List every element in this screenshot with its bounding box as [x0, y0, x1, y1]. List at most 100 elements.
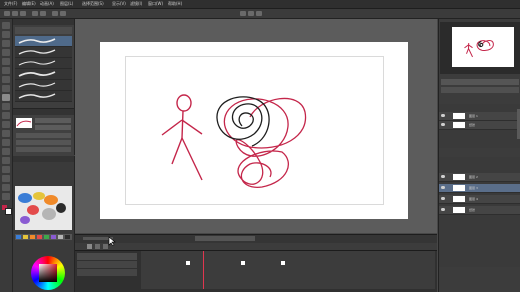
play-icon[interactable]: [87, 244, 92, 249]
stop-icon[interactable]: [95, 244, 100, 249]
undo-icon[interactable]: [32, 11, 38, 16]
brush-item[interactable]: [15, 36, 72, 47]
stabilization-row[interactable]: [16, 140, 71, 145]
palette-row[interactable]: [15, 234, 72, 240]
text-tool-icon[interactable]: [2, 175, 10, 182]
eyedropper-tool-icon[interactable]: [2, 58, 10, 65]
keyframe-cel[interactable]: [186, 261, 190, 265]
save-icon[interactable]: [20, 11, 26, 16]
stick-figure-body: [181, 110, 184, 139]
menu-help[interactable]: 帮助(H): [168, 1, 182, 7]
palette-swatch[interactable]: [44, 235, 49, 239]
layer-thumbnail: [453, 196, 465, 202]
eye-icon[interactable]: [441, 186, 445, 189]
eraser-tool-icon[interactable]: [2, 112, 10, 119]
sub-color-swatch[interactable]: [5, 208, 12, 215]
open-file-icon[interactable]: [12, 11, 18, 16]
palette-swatch[interactable]: [30, 235, 35, 239]
navigation-slider[interactable]: [195, 236, 255, 241]
vector-row[interactable]: [16, 147, 71, 152]
timeline-panel: [75, 243, 437, 292]
correct-line-tool-icon[interactable]: [2, 193, 10, 200]
eye-icon[interactable]: [441, 197, 445, 200]
menu-window[interactable]: 窗口(W): [148, 1, 163, 7]
brush-size-slider[interactable]: [35, 118, 71, 123]
eye-icon[interactable]: [441, 114, 445, 117]
transform-icon[interactable]: [60, 11, 66, 16]
eye-icon[interactable]: [441, 123, 445, 126]
pen-tool-icon[interactable]: [2, 67, 10, 74]
palette-swatch[interactable]: [58, 235, 63, 239]
decoration-tool-icon[interactable]: [2, 103, 10, 110]
figure-tool-icon[interactable]: [2, 148, 10, 155]
eye-icon[interactable]: [441, 175, 445, 178]
navigator-thumbnail[interactable]: [452, 27, 514, 67]
menu-view[interactable]: 显示(V): [112, 1, 126, 7]
layer-row[interactable]: 纸张: [439, 121, 520, 130]
brush-item[interactable]: [15, 80, 72, 91]
brush-item[interactable]: [15, 69, 72, 80]
layer-row[interactable]: 图层 2: [439, 173, 520, 182]
color-wheel-icon[interactable]: [31, 256, 65, 290]
palette-swatch[interactable]: [23, 235, 28, 239]
layer-thumbnail: [453, 122, 465, 128]
menu-file[interactable]: 文件(F): [4, 1, 17, 7]
clear-icon[interactable]: [52, 11, 58, 16]
playhead[interactable]: [203, 251, 204, 289]
layer-list-b: 图层 2 图层 3 图层 4 纸张: [439, 157, 520, 267]
layer-thumbnail: [453, 113, 465, 119]
airbrush-tool-icon[interactable]: [2, 94, 10, 101]
zoom-tool-icon[interactable]: [2, 22, 10, 29]
keyframe-cel[interactable]: [281, 261, 285, 265]
palette-swatch[interactable]: [37, 235, 42, 239]
timeline-track-label[interactable]: [77, 261, 137, 268]
layer-row-selected[interactable]: 图层 3: [439, 184, 520, 193]
menu-selection[interactable]: 选择范围(S): [82, 1, 104, 7]
brush-item[interactable]: [15, 58, 72, 69]
anti-alias-row[interactable]: [16, 133, 71, 138]
layer-list-a: 图层 1 纸张: [439, 104, 520, 148]
redo-icon[interactable]: [40, 11, 46, 16]
menu-layer[interactable]: 图层(L): [60, 1, 73, 7]
blend-tool-icon[interactable]: [2, 121, 10, 128]
timeline-track-label[interactable]: [77, 253, 137, 260]
balloon-tool-icon[interactable]: [2, 184, 10, 191]
opacity-slider[interactable]: [35, 125, 71, 130]
brush-tool-icon[interactable]: [2, 85, 10, 92]
new-file-icon[interactable]: [4, 11, 10, 16]
drawing-layer[interactable]: [100, 42, 408, 219]
fill-tool-icon[interactable]: [2, 130, 10, 137]
layer-op-icon-3[interactable]: [256, 11, 262, 16]
layer-op-icon-2[interactable]: [248, 11, 254, 16]
palette-swatch[interactable]: [16, 235, 21, 239]
timeline-track-label[interactable]: [77, 269, 137, 276]
menu-animation[interactable]: 动画(A): [40, 1, 54, 7]
brush-item[interactable]: [15, 91, 72, 102]
layer-blend-mode[interactable]: [441, 87, 519, 93]
timeline-frames[interactable]: [141, 251, 435, 289]
layer-name: 图层 4: [469, 197, 478, 201]
layer-row[interactable]: 图层 4: [439, 195, 520, 204]
move-tool-icon[interactable]: [2, 31, 10, 38]
palette-swatch[interactable]: [51, 235, 56, 239]
menu-filter[interactable]: 滤镜(I): [130, 1, 142, 7]
layer-property-bar[interactable]: [441, 79, 519, 85]
color-mixing-area[interactable]: [15, 186, 72, 230]
color-saturation-square[interactable]: [39, 264, 57, 282]
pencil-tool-icon[interactable]: [2, 76, 10, 83]
layer-row[interactable]: 图层 1: [439, 112, 520, 121]
layer-row[interactable]: 纸张: [439, 206, 520, 215]
red-scribble: [223, 97, 307, 188]
palette-swatch[interactable]: [65, 235, 70, 239]
keyframe-cel[interactable]: [241, 261, 245, 265]
gradient-tool-icon[interactable]: [2, 139, 10, 146]
frame-tool-icon[interactable]: [2, 157, 10, 164]
ruler-tool-icon[interactable]: [2, 166, 10, 173]
brush-item[interactable]: [15, 47, 72, 58]
eye-icon[interactable]: [441, 208, 445, 211]
sub-tool-tabs[interactable]: [15, 27, 72, 34]
menu-edit[interactable]: 编辑(E): [22, 1, 36, 7]
layer-op-icon[interactable]: [240, 11, 246, 16]
selection-tool-icon[interactable]: [2, 49, 10, 56]
operation-tool-icon[interactable]: [2, 40, 10, 47]
